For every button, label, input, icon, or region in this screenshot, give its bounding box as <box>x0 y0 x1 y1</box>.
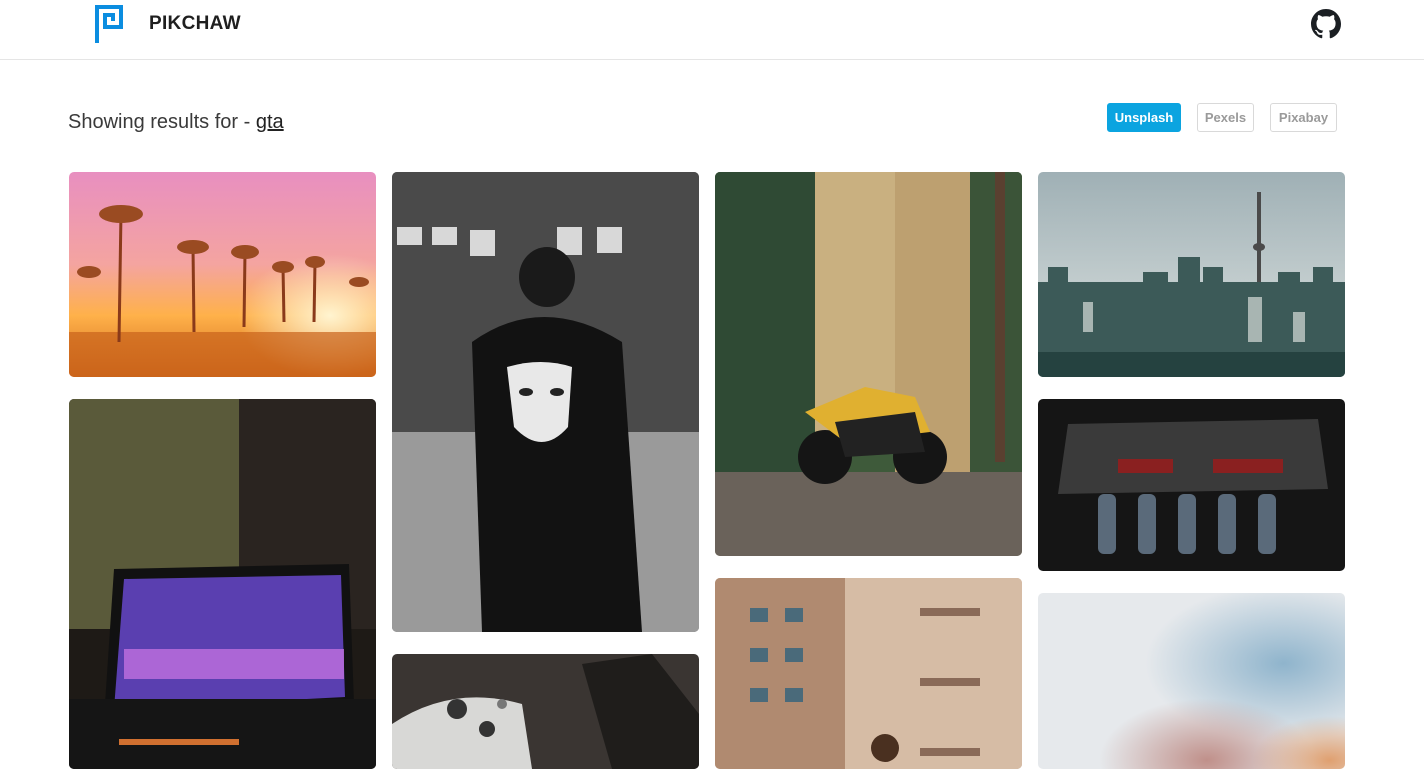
brand-name[interactable]: PIKCHAW <box>149 13 241 35</box>
photo-city-skyline[interactable] <box>1038 172 1345 377</box>
photo-laptop-gta[interactable] <box>69 399 376 769</box>
pexels-button[interactable]: Pexels <box>1197 103 1254 132</box>
photo-palm-trees[interactable] <box>69 172 376 377</box>
photo-blurred[interactable] <box>1038 593 1345 769</box>
photo-car-engine[interactable] <box>1038 399 1345 571</box>
unsplash-button[interactable]: Unsplash <box>1107 103 1181 132</box>
search-query-link[interactable]: gta <box>256 111 284 133</box>
photo-motorcycle[interactable] <box>715 172 1022 556</box>
results-prefix: Showing results for - <box>68 111 256 133</box>
results-heading: Showing results for - gta <box>68 111 284 134</box>
pikchaw-logo-icon[interactable] <box>95 5 123 43</box>
photo-buildings[interactable] <box>715 578 1022 769</box>
pixabay-button[interactable]: Pixabay <box>1270 103 1337 132</box>
photo-game-controller[interactable] <box>392 654 699 769</box>
github-icon[interactable] <box>1311 9 1341 39</box>
photo-masked-person[interactable] <box>392 172 699 632</box>
top-navbar: PIKCHAW <box>0 0 1424 60</box>
